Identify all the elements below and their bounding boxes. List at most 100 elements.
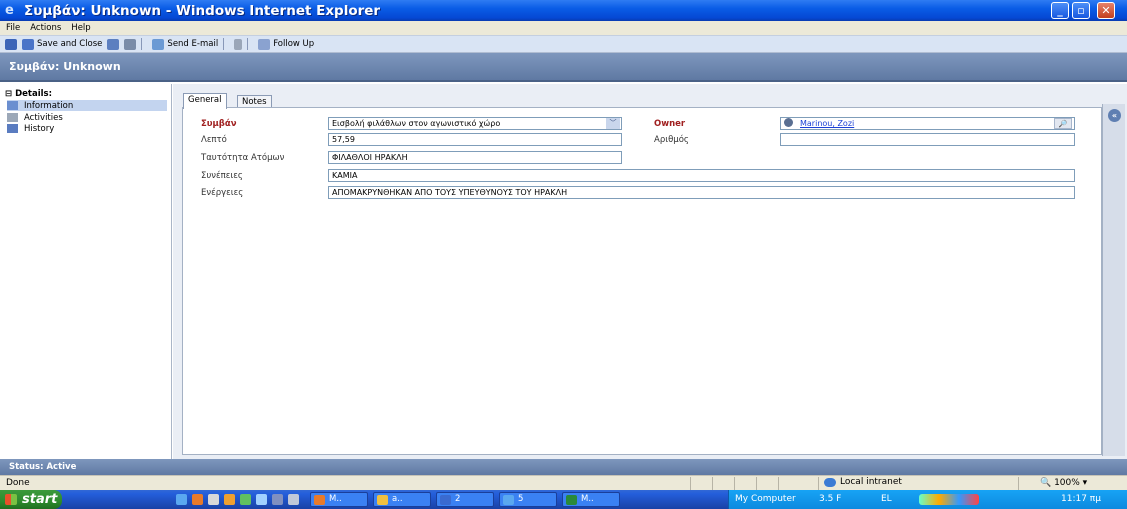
lepto-label: Λεπτό [201,135,227,145]
nav-details-heading[interactable]: ⊟ Details: [5,89,52,99]
nav-item-label: Activities [24,112,63,123]
activities-icon [7,113,18,122]
print-icon[interactable] [124,38,137,50]
attach-icon[interactable] [234,38,243,50]
taskbar-item-label: a.. [392,494,403,504]
nav-item-label: Information [24,100,74,111]
minimize-button[interactable]: _ [1051,2,1069,19]
taskbar: start M.. a.. 2 5 M.. My Computer 3.5 F … [0,490,1127,509]
menu-bar: File Actions Help [0,21,1127,35]
zoom-level[interactable]: 🔍 100% ▾ [1040,478,1087,488]
taskbar-item-label: M.. [581,494,594,504]
owner-lookup-field[interactable]: Marinou, Zozi 🔎 [780,117,1075,130]
taskbar-item-label: M.. [329,494,342,504]
excel-icon [566,495,577,505]
system-tray: My Computer 3.5 F EL 11:17 πμ [728,490,1127,509]
toolbar: Save and Close Send E-mail Follow Up [0,35,1127,53]
synepeies-input[interactable]: ΚΑΜΙΑ [328,169,1075,182]
zoom-value: 100% [1054,478,1080,488]
clock[interactable]: 11:17 πμ [1061,494,1101,504]
tab-general[interactable]: General [183,93,227,109]
toolbar-separator [223,38,225,50]
taskbar-item[interactable]: 5 [499,492,557,507]
form-status: Status: Active [0,459,1127,475]
arithmos-input[interactable] [780,133,1075,146]
owner-label: Owner [654,119,686,129]
nav-item-history[interactable]: History [7,123,167,134]
taskbar-item[interactable]: 2 [436,492,494,507]
save-and-close-button[interactable]: Save and Close [37,39,102,49]
right-collapse-strip: « [1102,104,1125,456]
collapse-icon[interactable]: « [1108,109,1121,122]
owner-value[interactable]: Marinou, Zozi [800,119,854,128]
language-indicator[interactable]: EL [881,494,892,504]
toolbar-separator [141,38,143,50]
send-email-button[interactable]: Send E-mail [167,39,218,49]
app-quicklaunch-icon[interactable] [240,494,251,505]
save-close-icon [22,38,34,50]
word-icon [440,495,451,505]
menu-file[interactable]: File [6,23,20,33]
globe-icon [824,477,836,487]
lookup-icon[interactable]: 🔎 [1054,118,1072,129]
start-button[interactable]: start [0,490,62,509]
taskbar-item[interactable]: M.. [310,492,368,507]
history-icon [7,124,18,133]
energeies-input[interactable]: ΑΠΟΜΑΚΡΥΝΘΗΚΑΝ ΑΠΟ ΤΟΥΣ ΥΠΕΥΘΥΝΟΥΣ ΤΟΥ Η… [328,186,1075,199]
energeies-label: Ενέργειες [201,188,244,198]
status-divider [778,477,779,490]
save-icon[interactable] [5,38,17,50]
my-computer-label[interactable]: My Computer [735,494,796,504]
window-title: Συμβάν: Unknown - Windows Internet Explo… [24,2,381,19]
taskbar-item[interactable]: a.. [373,492,431,507]
app-quicklaunch-icon[interactable] [208,494,219,505]
chevron-down-icon[interactable]: ﹀ [606,118,620,129]
status-divider [712,477,713,490]
tray-icons[interactable] [919,494,979,505]
weather-temp[interactable]: 3.5 F [819,494,841,504]
tautotita-input[interactable]: ΦΙΛΑΘΛΟΙ ΗΡΑΚΛΗ [328,151,622,164]
close-button[interactable]: ✕ [1097,2,1115,19]
maximize-button[interactable]: ▫ [1072,2,1090,19]
app-quicklaunch-icon[interactable] [288,494,299,505]
taskbar-item-label: 2 [455,494,461,504]
tautotita-label: Ταυτότητα Ατόμων [201,153,285,163]
synepeies-label: Συνέπειες [201,171,243,181]
nav-details-label: Details: [15,89,52,99]
save-new-icon[interactable] [107,38,120,50]
status-divider [1018,477,1019,490]
window-titlebar: e Συμβάν: Unknown - Windows Internet Exp… [0,0,1127,21]
security-zone[interactable]: Local intranet [824,477,902,487]
menu-actions[interactable]: Actions [30,23,61,33]
app-quicklaunch-icon[interactable] [256,494,267,505]
start-label: start [22,492,58,507]
email-icon [152,38,165,50]
follow-up-button[interactable]: Follow Up [273,39,314,49]
lepto-input[interactable]: 57,59 [328,133,622,146]
toolbar-separator [247,38,249,50]
folder-icon [377,495,388,505]
status-divider [756,477,757,490]
outlook-icon [314,495,325,505]
ie-quicklaunch-icon[interactable] [176,494,187,505]
symvan-select[interactable]: Εισβολή φιλάθλων στον αγωνιστικό χώρο ﹀ [328,117,622,130]
status-divider [734,477,735,490]
menu-help[interactable]: Help [71,23,90,33]
status-text: Done [6,478,30,488]
app-quicklaunch-icon[interactable] [224,494,235,505]
status-divider [690,477,691,490]
nav-item-information[interactable]: Information [7,100,167,111]
left-nav: ⊟ Details: Information Activities Histor… [0,84,172,459]
taskbar-item[interactable]: M.. [562,492,620,507]
nav-item-activities[interactable]: Activities [7,112,167,123]
status-divider [818,477,819,490]
nav-item-label: History [24,123,55,134]
user-icon [784,118,793,127]
outlook-quicklaunch-icon[interactable] [192,494,203,505]
arithmos-label: Αριθμός [654,135,689,145]
ie-icon: e [5,2,14,18]
zone-label: Local intranet [840,477,902,487]
app-quicklaunch-icon[interactable] [272,494,283,505]
page-title: Συμβάν: Unknown [0,53,1127,82]
form-panel: Συμβάν Εισβολή φιλάθλων στον αγωνιστικό … [182,107,1102,455]
